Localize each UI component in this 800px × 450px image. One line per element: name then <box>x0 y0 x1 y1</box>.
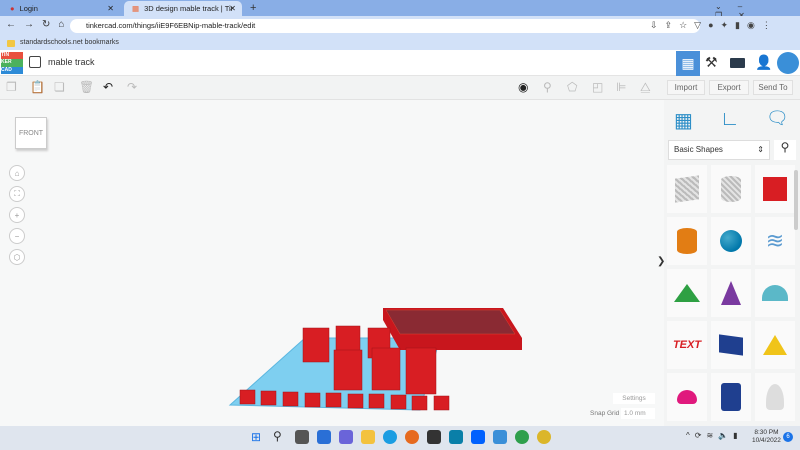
shape-cylinder[interactable] <box>667 217 707 265</box>
app-icon[interactable] <box>493 430 507 444</box>
clock[interactable]: 8:30 PM 10/4/2022 <box>752 429 781 445</box>
shape-polygon[interactable] <box>711 373 751 421</box>
shape-cone[interactable] <box>711 269 751 317</box>
shape-text[interactable]: TEXT <box>667 321 707 369</box>
shape-sphere[interactable] <box>711 217 751 265</box>
shape-half-sphere[interactable] <box>667 373 707 421</box>
file-explorer-icon[interactable] <box>361 430 375 444</box>
dropbox-icon[interactable] <box>471 430 485 444</box>
start-icon[interactable]: ⊞ <box>251 430 261 444</box>
system-tray-icons[interactable]: ^⟳≋🔈▮ <box>686 431 743 440</box>
widgets-icon[interactable] <box>317 430 331 444</box>
search-icon[interactable]: ⚲ <box>774 140 796 160</box>
import-button[interactable]: Import <box>667 80 705 95</box>
firefox-icon[interactable] <box>405 430 419 444</box>
3d-scene[interactable] <box>0 0 664 426</box>
notes-icon[interactable]: 🗨 <box>766 108 789 129</box>
notification-badge[interactable]: 6 <box>783 432 793 442</box>
ruler-icon[interactable]: ∟ <box>720 108 740 131</box>
shape-box-hole[interactable] <box>667 165 707 213</box>
edge-icon[interactable] <box>383 430 397 444</box>
shape-cylinder-hole[interactable] <box>711 165 751 213</box>
workplane-icon[interactable]: ▦ <box>674 108 693 133</box>
shapes-panel: ▦ ∟ 🗨 Basic Shapes ⇕ ⚲ ≋ TEXT <box>664 100 800 426</box>
shape-generator[interactable] <box>711 321 751 369</box>
shape-roof[interactable] <box>667 269 707 317</box>
chrome-active-icon[interactable] <box>537 430 551 444</box>
shape-paraboloid[interactable] <box>755 373 795 421</box>
task-view-icon[interactable] <box>295 430 309 444</box>
snap-grid-label: Snap Grid <box>590 410 620 417</box>
browser-extension-icons[interactable]: ⇩⇪☆▽●✦▮◉⋮ <box>650 20 778 31</box>
shape-round-roof[interactable] <box>755 269 795 317</box>
shape-box[interactable] <box>755 165 795 213</box>
chrome-icon[interactable] <box>515 430 529 444</box>
avatar[interactable] <box>777 52 799 74</box>
chat-icon[interactable] <box>339 430 353 444</box>
shape-pyramid[interactable] <box>755 321 795 369</box>
bricks-icon[interactable] <box>730 58 745 68</box>
track-surface <box>385 309 516 335</box>
shape-category-select[interactable]: Basic Shapes ⇕ <box>668 140 770 160</box>
store-icon[interactable] <box>449 430 463 444</box>
shape-scribble[interactable]: ≋ <box>755 217 795 265</box>
panel-scrollbar[interactable] <box>794 170 798 230</box>
add-user-icon[interactable]: 👤 <box>755 54 772 71</box>
send-to-button[interactable]: Send To <box>753 80 793 95</box>
settings-button[interactable]: Settings <box>613 393 655 404</box>
snap-grid-select[interactable]: 1.0 mm <box>621 408 655 419</box>
taskbar <box>0 426 800 450</box>
app-icon[interactable] <box>427 430 441 444</box>
pickaxe-icon[interactable]: ⚒ <box>705 54 718 71</box>
3d-view-grid-icon[interactable]: ▦ <box>676 51 700 76</box>
export-button[interactable]: Export <box>709 80 749 95</box>
shapes-grid: ≋ TEXT <box>667 165 795 421</box>
search-icon[interactable]: ⚲ <box>273 429 282 443</box>
